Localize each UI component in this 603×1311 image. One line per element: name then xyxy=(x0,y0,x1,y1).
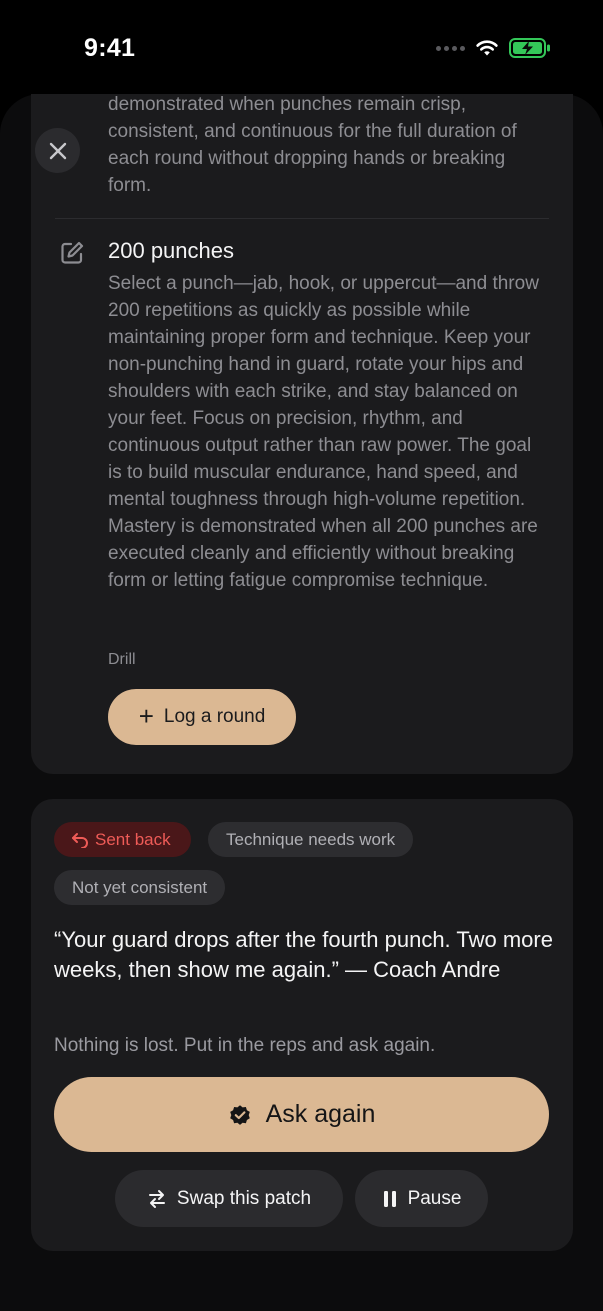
status-time: 9:41 xyxy=(84,34,136,62)
log-round-button[interactable]: + Log a round xyxy=(108,689,296,745)
battery-charging-icon xyxy=(509,38,550,58)
close-button[interactable] xyxy=(35,128,80,173)
pause-label: Pause xyxy=(407,1187,462,1209)
swap-patch-label: Swap this patch xyxy=(176,1187,312,1209)
ask-again-button[interactable]: Ask again xyxy=(54,1077,549,1152)
wifi-icon xyxy=(476,40,498,56)
pause-button[interactable]: Pause xyxy=(355,1170,488,1227)
close-icon xyxy=(49,142,66,159)
swap-arrows-icon xyxy=(148,1189,165,1208)
plus-icon: + xyxy=(138,701,154,731)
log-round-label: Log a round xyxy=(163,706,266,727)
verified-badge-icon xyxy=(229,1104,250,1125)
ask-again-label: Ask again xyxy=(265,1100,376,1128)
coach-quote: “Your guard drops after the fourth punch… xyxy=(54,927,553,982)
previous-drill-description: demonstrated when punches remain crisp, … xyxy=(108,94,517,196)
technique-chip: Technique needs work xyxy=(208,822,414,857)
review-card: Sent back Technique needs work Not yet c… xyxy=(31,799,573,1251)
status-bar: 9:41 xyxy=(0,0,603,92)
edit-icon xyxy=(61,241,84,264)
status-icons xyxy=(436,38,551,58)
encouragement-note: Nothing is lost. Put in the reps and ask… xyxy=(54,1035,436,1056)
drill-type-label: Drill xyxy=(108,651,136,668)
sent-back-badge: Sent back xyxy=(54,822,191,857)
swap-patch-button[interactable]: Swap this patch xyxy=(115,1170,343,1227)
undo-arrow-icon xyxy=(72,832,88,848)
pause-icon xyxy=(383,1190,396,1207)
cellular-signal-icon xyxy=(436,45,465,51)
consistency-chip: Not yet consistent xyxy=(54,870,226,905)
divider xyxy=(55,218,549,219)
sent-back-label: Sent back xyxy=(95,829,171,849)
drill-card: demonstrated when punches remain crisp, … xyxy=(31,94,573,774)
drill-title: 200 punches xyxy=(108,238,234,263)
drill-description: Select a punch—jab, hook, or uppercut—an… xyxy=(108,273,539,591)
